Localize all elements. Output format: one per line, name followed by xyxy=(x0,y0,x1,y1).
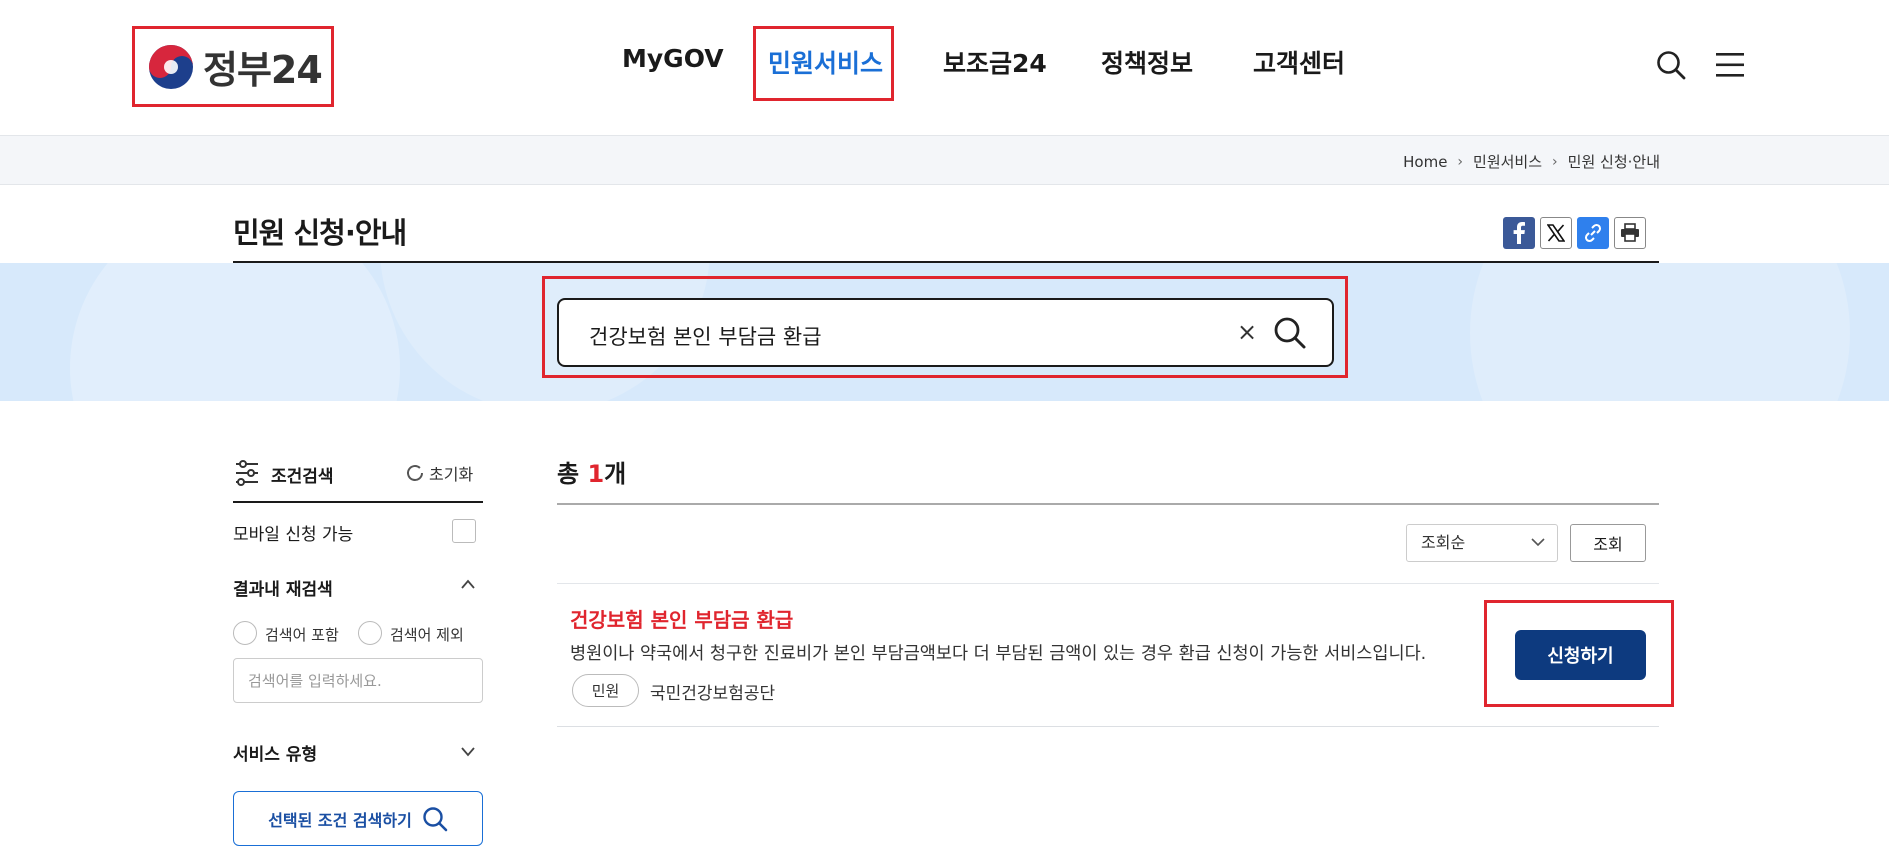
chevron-right-icon: › xyxy=(1552,153,1558,170)
search-input[interactable]: 건강보험 본인 부담금 환급 × xyxy=(557,298,1334,367)
chevron-up-icon[interactable] xyxy=(460,578,476,590)
chevron-down-icon xyxy=(1531,538,1545,547)
result-divider xyxy=(557,503,1659,505)
search-submit-icon[interactable] xyxy=(1273,316,1307,350)
taegeuk-logo-icon xyxy=(149,44,193,89)
service-type-label: 서비스 유형 xyxy=(233,745,318,765)
total-prefix: 총 xyxy=(557,460,588,488)
nav-policy-info[interactable]: 정책정보 xyxy=(1101,44,1193,80)
exclude-keyword-radio[interactable] xyxy=(358,621,382,645)
search-icon xyxy=(423,806,448,831)
breadcrumb-civil-service[interactable]: 민원서비스 xyxy=(1473,151,1542,172)
refresh-icon xyxy=(407,465,423,481)
refine-search-label: 결과내 재검색 xyxy=(233,580,333,600)
result-item-organization: 국민건강보험공단 xyxy=(650,684,776,704)
link-icon[interactable] xyxy=(1577,217,1609,249)
chevron-down-icon[interactable] xyxy=(460,745,476,757)
facebook-icon[interactable] xyxy=(1503,217,1535,249)
breadcrumb-bar: Home › 민원서비스 › 민원 신청·안내 xyxy=(0,136,1889,185)
result-total: 총 1개 xyxy=(557,454,626,489)
mobile-apply-label: 모바일 신청 가능 xyxy=(233,525,354,545)
item-divider xyxy=(557,583,1659,584)
apply-button[interactable]: 신청하기 xyxy=(1515,630,1646,680)
include-keyword-label: 검색어 포함 xyxy=(265,626,339,644)
mobile-apply-checkbox[interactable] xyxy=(452,519,476,543)
nav-mygov[interactable]: MyGOV xyxy=(622,44,724,73)
search-icon[interactable] xyxy=(1652,46,1690,84)
result-item-description: 병원이나 약국에서 청구한 진료비가 본인 부담금액보다 더 부담된 금액이 있… xyxy=(570,644,1427,664)
clear-icon[interactable]: × xyxy=(1237,318,1257,346)
nav-customer-center[interactable]: 고객센터 xyxy=(1253,44,1345,80)
page-title: 민원 신청·안내 xyxy=(233,216,407,250)
nav-civil-service[interactable]: 민원서비스 xyxy=(768,44,883,80)
view-button[interactable]: 조회 xyxy=(1570,524,1646,562)
breadcrumb-current: 민원 신청·안내 xyxy=(1567,153,1660,171)
sort-select[interactable]: 조회순 xyxy=(1406,524,1558,562)
sort-selected-value: 조회순 xyxy=(1421,533,1466,552)
total-suffix: 개 xyxy=(604,460,627,488)
x-icon[interactable] xyxy=(1540,217,1572,249)
total-count: 1 xyxy=(587,460,605,488)
print-icon[interactable] xyxy=(1614,217,1646,249)
result-item-tag: 민원 xyxy=(572,674,639,707)
logo[interactable]: 정부24 xyxy=(132,26,334,107)
site-header: 정부24 MyGOV 민원서비스 보조금24 정책정보 고객센터 xyxy=(0,0,1889,136)
logo-text: 정부24 xyxy=(203,48,323,92)
reset-button[interactable]: 초기화 xyxy=(405,461,473,485)
refine-search-input[interactable] xyxy=(233,658,483,703)
nav-subsidy24[interactable]: 보조금24 xyxy=(943,44,1047,80)
chevron-right-icon: › xyxy=(1457,153,1464,170)
filter-sliders-icon xyxy=(236,460,258,486)
include-keyword-radio[interactable] xyxy=(233,621,257,645)
reset-label: 초기화 xyxy=(429,465,474,484)
result-item-title[interactable]: 건강보험 본인 부담금 환급 xyxy=(570,604,793,633)
search-query-text: 건강보험 본인 부담금 환급 xyxy=(589,325,822,349)
exclude-keyword-label: 검색어 제외 xyxy=(390,626,464,644)
hamburger-menu-icon[interactable] xyxy=(1711,46,1749,84)
breadcrumb: Home › 민원서비스 › 민원 신청·안내 xyxy=(1403,151,1660,172)
search-selected-conditions-button[interactable]: 선택된 조건 검색하기 xyxy=(233,791,483,846)
breadcrumb-home[interactable]: Home xyxy=(1403,153,1447,171)
search-selected-conditions-label: 선택된 조건 검색하기 xyxy=(268,810,412,830)
item-divider xyxy=(557,726,1659,727)
filter-title: 조건검색 xyxy=(271,467,334,487)
